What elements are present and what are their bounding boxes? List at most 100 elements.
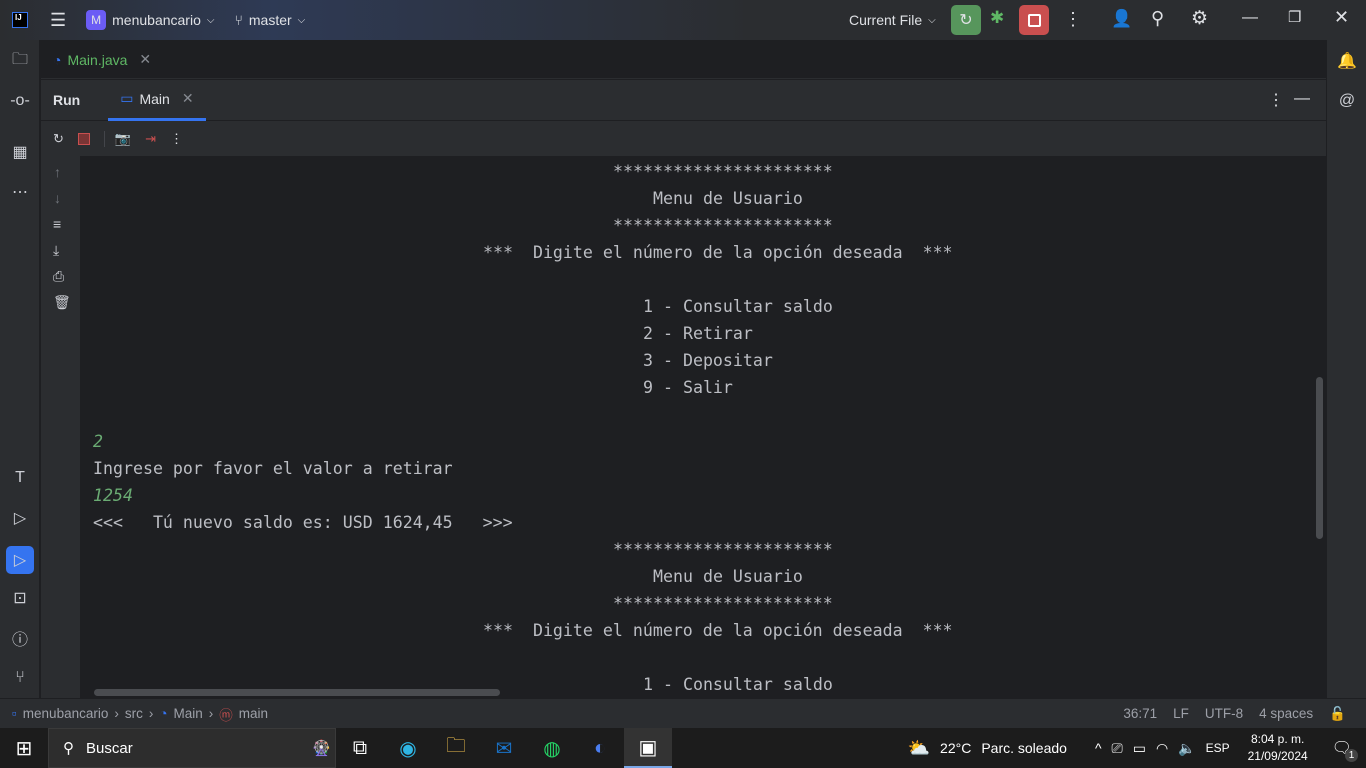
run-tab-label: Main — [139, 90, 170, 107]
structure-icon[interactable]: ▦ — [8, 140, 32, 164]
console-output-line: ********************** — [613, 594, 833, 613]
minimize-button[interactable]: — — [1242, 9, 1258, 27]
ai-assistant-icon[interactable]: @ — [1335, 89, 1359, 113]
stop-button[interactable] — [1019, 5, 1049, 35]
console-output-line: 1 - Consultar saldo — [643, 675, 833, 694]
taskbar-search-label: Buscar — [86, 739, 133, 757]
project-selector[interactable]: M menubancario ⌵ — [86, 10, 214, 30]
breadcrumb-item[interactable]: Main — [174, 706, 203, 721]
rerun-button[interactable]: ↻ — [951, 5, 981, 35]
main-menu-icon[interactable]: ☰ — [50, 10, 66, 31]
chevron-down-icon: ⌵ — [928, 14, 936, 26]
trash-icon[interactable]: 🗑 — [53, 294, 71, 311]
horizontal-scrollbar[interactable] — [94, 689, 500, 696]
stop-icon[interactable] — [77, 132, 90, 145]
indent-setting[interactable]: 4 spaces — [1259, 706, 1313, 721]
screenshot-camera-icon[interactable]: 📷 — [103, 130, 131, 147]
cursor-position[interactable]: 36:71 — [1123, 706, 1157, 721]
close-button[interactable]: ✕ — [1334, 7, 1349, 28]
notification-center-icon[interactable]: 🗨 1 — [1332, 738, 1358, 762]
chevron-right-icon: › — [208, 706, 214, 721]
camera-icon[interactable]: ⎚ — [1112, 740, 1123, 757]
git-branch-icon: ⑂ — [234, 12, 243, 28]
console-output-line: ********************** — [613, 162, 833, 181]
restore-button[interactable]: ❐ — [1288, 8, 1301, 26]
build-hammer-icon[interactable]: T — [8, 466, 32, 490]
close-icon[interactable]: ✕ — [139, 51, 151, 68]
whatsapp-icon[interactable]: ◍ — [528, 728, 576, 768]
run-config-selector[interactable]: Current File ⌵ — [849, 12, 936, 28]
class-icon: ◔ — [159, 706, 168, 721]
run-toolbar: ↻ 📷 ⇥ ⋮ — [41, 121, 1326, 156]
weather-text[interactable]: Parc. soleado — [981, 740, 1067, 756]
add-user-icon[interactable]: 👤 — [1111, 9, 1132, 29]
search-highlight-icon: 🎡 — [312, 740, 331, 757]
services-icon[interactable]: ▷ — [8, 506, 32, 530]
outlook-icon[interactable]: ✉ — [480, 728, 528, 768]
wifi-icon[interactable]: ◠ — [1156, 740, 1168, 757]
task-view-icon[interactable]: ⧉ — [336, 728, 384, 768]
edge-icon[interactable]: ◉ — [384, 728, 432, 768]
exit-icon[interactable]: ⇥ — [145, 131, 156, 147]
print-icon[interactable]: ⎙ — [53, 268, 64, 285]
run-tab-main[interactable]: ▭ Main ✕ — [108, 80, 206, 121]
settings-icon[interactable]: ⚙ — [1191, 7, 1208, 30]
more-icon[interactable]: ⋮ — [170, 131, 183, 147]
language-indicator[interactable]: ESP — [1206, 741, 1230, 755]
console-output[interactable]: ********************** Menu de Usuario ***… — [80, 156, 1326, 698]
battery-icon[interactable]: ▭ — [1133, 740, 1146, 757]
project-folder-icon[interactable]: 🗀 — [8, 49, 32, 73]
options-icon[interactable]: ⋮ — [1268, 90, 1284, 110]
terminal-icon[interactable]: ⊡ — [8, 586, 32, 610]
left-tool-strip: 🗀 -o- ▦ ⋯ T ▷ ▷ ⊡ ⓘ ⑂ — [0, 40, 40, 698]
console-output-line: Menu de Usuario — [653, 189, 803, 208]
more-icon[interactable]: ⋮ — [1064, 9, 1082, 30]
lock-open-icon[interactable]: 🔓 — [1329, 706, 1346, 722]
hide-panel-icon[interactable]: — — [1294, 90, 1310, 108]
soft-wrap-icon[interactable]: ≡ — [53, 216, 61, 232]
editor-tab-main-java[interactable]: ◔ Main.java ✕ — [53, 51, 151, 68]
firefox-icon[interactable]: ◐ — [576, 728, 624, 768]
arrow-up-icon[interactable]: ↑ — [54, 164, 61, 180]
more-tools-icon[interactable]: ⋯ — [8, 180, 32, 204]
clock[interactable]: 8:04 p. m. 21/09/2024 — [1248, 731, 1308, 765]
weather-icon[interactable]: ⛅ — [908, 738, 930, 759]
breadcrumb-item[interactable]: main — [239, 706, 268, 721]
branch-selector[interactable]: ⑂ master ⌵ — [234, 12, 305, 28]
file-encoding[interactable]: UTF-8 — [1205, 706, 1243, 721]
branch-name: master — [248, 12, 292, 28]
close-icon[interactable]: ✕ — [182, 90, 194, 107]
console-gutter: ↑ ↓ ≡ ⤓ ⎙ 🗑 — [41, 156, 80, 698]
console-output-line: <<< Tú nuevo saldo es: USD 1624,45 >>> — [93, 513, 513, 532]
rerun-icon[interactable]: ↻ — [53, 131, 64, 147]
notifications-bell-icon[interactable]: 🔔 — [1335, 49, 1359, 73]
volume-icon[interactable]: 🔈 — [1178, 740, 1195, 757]
commit-icon[interactable]: -o- — [8, 89, 32, 113]
right-tool-strip: 🔔 @ — [1326, 40, 1366, 698]
run-tool-icon[interactable]: ▷ — [6, 546, 34, 574]
windows-start-icon[interactable]: ⊞ — [0, 728, 48, 768]
arrow-down-icon[interactable]: ↓ — [54, 190, 61, 206]
module-icon: ▫ — [12, 706, 17, 721]
problems-icon[interactable]: ⓘ — [8, 626, 32, 650]
file-explorer-icon[interactable]: 🗀 — [432, 728, 480, 768]
intellij-taskbar-icon[interactable]: ▣ — [624, 728, 672, 768]
vertical-scrollbar[interactable] — [1316, 377, 1323, 539]
breadcrumb-item[interactable]: src — [125, 706, 143, 721]
taskbar-search[interactable]: ⚲ Buscar 🎡 — [48, 728, 336, 768]
notification-count: 1 — [1345, 749, 1358, 762]
line-separator[interactable]: LF — [1173, 706, 1189, 721]
breadcrumb: ▫ menubancario › src › ◔ Main › ⓜ main — [12, 704, 268, 724]
debug-icon[interactable]: ✱ — [990, 8, 1004, 28]
console-output-line: 9 - Salir — [643, 378, 733, 397]
breadcrumb-item[interactable]: menubancario — [23, 706, 109, 721]
project-badge: M — [86, 10, 107, 30]
clock-date: 21/09/2024 — [1247, 749, 1308, 763]
search-icon[interactable]: ⚲ — [1151, 8, 1164, 29]
git-icon[interactable]: ⑂ — [8, 666, 32, 690]
scroll-to-end-icon[interactable]: ⤓ — [53, 242, 59, 259]
weather-temp[interactable]: 22°C — [940, 740, 971, 756]
java-class-icon: ◔ — [53, 51, 62, 68]
intellij-logo-icon[interactable]: IJ — [12, 12, 28, 28]
chevron-up-icon[interactable]: ^ — [1095, 740, 1102, 756]
